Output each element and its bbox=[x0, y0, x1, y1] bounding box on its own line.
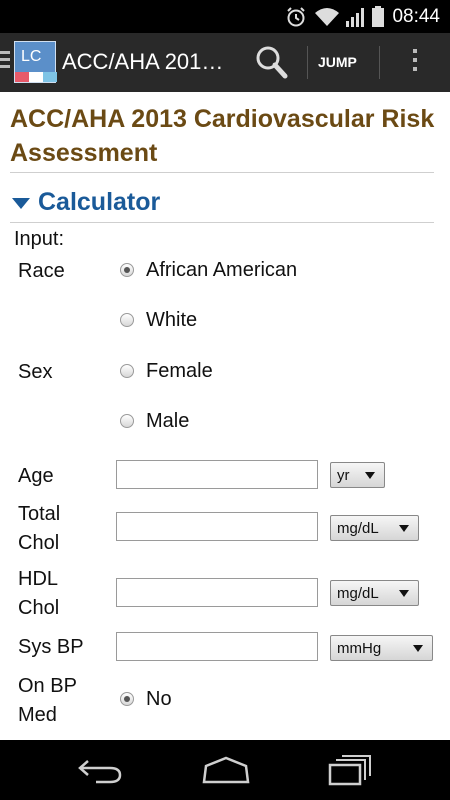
sys-bp-input[interactable] bbox=[116, 632, 318, 661]
app-logo-text: LC bbox=[21, 48, 42, 65]
sex-option-male[interactable]: Male bbox=[146, 410, 189, 433]
hdl-chol-input[interactable] bbox=[116, 578, 318, 607]
total-chol-unit-select[interactable]: mg/dL bbox=[330, 515, 419, 541]
age-input[interactable] bbox=[116, 460, 318, 489]
bp-med-option-no[interactable]: No bbox=[146, 688, 172, 711]
action-bar: LC ACC/AHA 201… JUMP bbox=[0, 33, 450, 92]
hdl-chol-label-line1: HDL bbox=[18, 568, 59, 590]
input-label: Input: bbox=[14, 228, 65, 250]
total-chol-label-line2: Chol bbox=[18, 532, 60, 554]
race-radio-white[interactable] bbox=[120, 313, 134, 327]
bp-med-label-line1: On BP bbox=[18, 675, 77, 697]
bp-med-label-line2: Med bbox=[18, 704, 57, 726]
app-title: ACC/AHA 201… bbox=[62, 49, 224, 74]
divider bbox=[307, 46, 308, 79]
recent-apps-icon[interactable] bbox=[328, 754, 372, 786]
sex-label: Sex bbox=[18, 361, 53, 383]
total-chol-label-line1: Total bbox=[18, 503, 61, 525]
hdl-chol-unit-value: mg/dL bbox=[337, 585, 379, 602]
hdl-chol-unit-select[interactable]: mg/dL bbox=[330, 580, 419, 606]
drawer-indicator-icon[interactable] bbox=[0, 51, 12, 72]
race-option-white[interactable]: White bbox=[146, 309, 197, 332]
collapse-triangle-icon bbox=[12, 198, 30, 209]
divider bbox=[379, 46, 380, 79]
overflow-menu-icon[interactable] bbox=[408, 46, 422, 78]
sex-option-female[interactable]: Female bbox=[146, 360, 213, 383]
status-time: 08:44 bbox=[392, 6, 440, 27]
jump-button[interactable]: JUMP bbox=[318, 54, 357, 70]
navigation-bar bbox=[0, 740, 450, 800]
hdl-chol-label-line2: Chol bbox=[18, 597, 60, 619]
sys-bp-unit-value: mmHg bbox=[337, 640, 382, 657]
back-icon[interactable] bbox=[76, 755, 124, 785]
search-button[interactable] bbox=[252, 43, 292, 83]
section-label: Calculator bbox=[38, 188, 161, 216]
race-radio-african-american[interactable] bbox=[120, 263, 134, 277]
sex-radio-female[interactable] bbox=[120, 364, 134, 378]
dropdown-arrow-icon bbox=[365, 472, 375, 479]
bp-med-radio-no[interactable] bbox=[120, 692, 134, 706]
age-unit-select[interactable]: yr bbox=[330, 462, 385, 488]
dropdown-arrow-icon bbox=[399, 525, 409, 532]
sys-bp-unit-select[interactable]: mmHg bbox=[330, 635, 433, 661]
search-icon bbox=[256, 46, 288, 79]
total-chol-unit-value: mg/dL bbox=[337, 520, 379, 537]
race-option-african-american[interactable]: African American bbox=[146, 259, 297, 282]
home-icon[interactable] bbox=[200, 755, 252, 785]
sys-bp-label: Sys BP bbox=[18, 636, 84, 658]
race-label: Race bbox=[18, 260, 65, 282]
cell-signal-icon bbox=[346, 8, 364, 27]
dropdown-arrow-icon bbox=[399, 590, 409, 597]
alarm-clock-icon bbox=[287, 7, 305, 27]
divider bbox=[10, 222, 434, 223]
page-title: ACC/AHA 2013 Cardiovascular Risk Assessm… bbox=[10, 105, 435, 167]
age-unit-value: yr bbox=[337, 467, 350, 484]
total-chol-input[interactable] bbox=[116, 512, 318, 541]
dropdown-arrow-icon bbox=[413, 645, 423, 652]
wifi-icon bbox=[315, 8, 339, 26]
main-content: ACC/AHA 2013 Cardiovascular Risk Assessm… bbox=[0, 92, 450, 740]
status-bar: 08:44 bbox=[0, 0, 450, 33]
sex-radio-male[interactable] bbox=[120, 414, 134, 428]
app-logo[interactable]: LC bbox=[14, 41, 57, 83]
divider bbox=[10, 172, 434, 173]
age-label: Age bbox=[18, 465, 54, 487]
battery-icon bbox=[372, 6, 384, 27]
